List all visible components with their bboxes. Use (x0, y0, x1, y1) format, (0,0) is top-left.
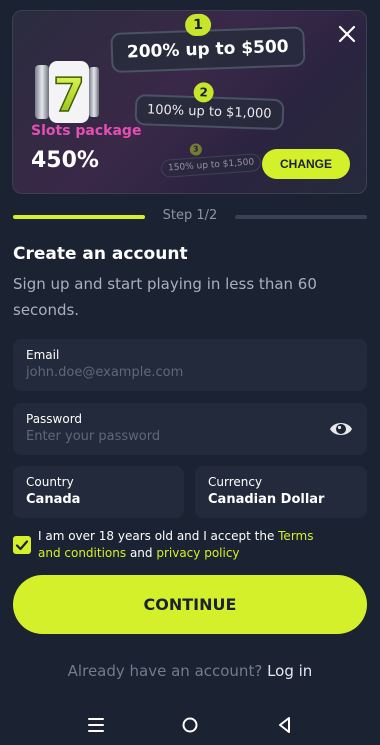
package-percent: 450% (31, 148, 99, 173)
eye-icon (330, 423, 352, 435)
email-label: Email (26, 348, 60, 362)
menu-icon (88, 718, 104, 732)
tier-text: 150% up to $1,500 (160, 153, 262, 178)
country-select[interactable]: Country Canada (13, 466, 184, 518)
tier-number-badge: 3 (189, 143, 203, 156)
tier-text: 200% up to $500 (110, 26, 306, 73)
login-prompt: Already have an account? (67, 662, 263, 680)
check-icon (15, 540, 29, 551)
show-password-button[interactable] (329, 418, 353, 440)
promo-card: 7 1 200% up to $500 2 100% up to $1,000 … (12, 10, 367, 194)
step-label: Step 1/2 (162, 208, 218, 223)
country-value: Canada (26, 492, 81, 507)
android-nav-bar (0, 705, 380, 745)
terms-middle: and (126, 546, 157, 560)
terms-text: I am over 18 years old and I accept the … (38, 528, 338, 562)
privacy-link[interactable]: privacy policy (156, 546, 239, 560)
slot-machine-icon: 7 (35, 61, 99, 123)
bonus-tier-1: 1 200% up to $500 (110, 13, 306, 73)
home-icon (182, 717, 198, 733)
bonus-tier-2: 2 100% up to $1,000 (134, 82, 285, 131)
email-field[interactable]: Email (13, 339, 367, 391)
password-field[interactable]: Password (13, 403, 367, 455)
terms-prefix: I am over 18 years old and I accept the (38, 529, 279, 543)
nav-recents-button[interactable] (84, 713, 108, 737)
currency-label: Currency (208, 475, 263, 489)
back-icon (279, 717, 290, 733)
country-label: Country (26, 475, 74, 489)
close-button[interactable] (336, 23, 358, 45)
step-progress-inactive (235, 215, 367, 219)
login-link[interactable]: Log in (267, 662, 312, 680)
password-input[interactable] (26, 429, 354, 444)
email-input[interactable] (26, 365, 354, 380)
bonus-tier-3: 3 150% up to $1,500 (160, 143, 262, 178)
svg-text:7: 7 (53, 68, 85, 122)
tier-number-badge: 1 (184, 13, 212, 37)
page-subtitle: Sign up and start playing in less than 6… (13, 275, 317, 319)
nav-back-button[interactable] (273, 713, 297, 737)
password-label: Password (26, 412, 83, 426)
terms-checkbox[interactable] (13, 536, 31, 554)
login-row: Already have an account? Log in (0, 662, 380, 680)
currency-value: Canadian Dollar (208, 492, 325, 507)
currency-select[interactable]: Currency Canadian Dollar (195, 466, 367, 518)
page-title: Create an account (13, 244, 188, 264)
step-progress-active (13, 215, 145, 219)
package-label: Slots package (31, 123, 142, 139)
continue-button[interactable]: CONTINUE (13, 575, 367, 634)
nav-home-button[interactable] (178, 713, 202, 737)
close-icon (338, 25, 356, 43)
change-package-button[interactable]: CHANGE (262, 149, 350, 179)
